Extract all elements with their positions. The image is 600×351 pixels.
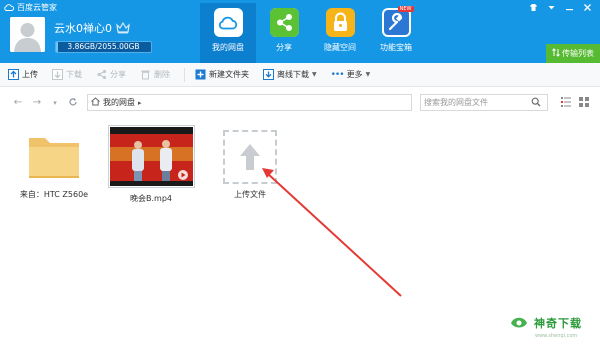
folder-icon [25,130,83,184]
main-nav: 我的网盘 分享 隐藏空间 NEW 功能宝箱 [200,3,424,63]
watermark-logo: 神奇下载 [508,313,582,333]
vip-crown-icon[interactable] [116,21,130,34]
forward-arrow-icon[interactable]: → [31,97,43,109]
search-icon[interactable] [531,97,541,109]
file-name: 来自：HTC Z560e [19,190,89,199]
download-button[interactable]: 下载 [52,63,82,87]
download-icon [52,69,63,80]
share-icon [269,8,299,37]
skin-icon[interactable] [524,1,542,13]
back-arrow-icon[interactable]: ← [12,97,24,109]
minimize-icon[interactable] [560,1,578,13]
upload-file-tile[interactable]: 上传文件 [218,130,282,200]
file-name: 晚会B.mp4 [130,194,172,203]
chevron-down-icon: ▼ [365,71,371,78]
upload-arrow-icon [240,144,260,170]
offline-download-button[interactable]: 离线下载 ▼ [263,63,317,87]
offline-download-icon [263,69,274,80]
transfer-arrows-icon [552,48,560,59]
tab-hidden-space[interactable]: 隐藏空间 [312,3,368,63]
share-button[interactable]: 分享 [96,63,126,87]
home-icon[interactable] [91,97,100,108]
lock-icon [325,8,355,37]
refresh-icon[interactable] [67,97,79,109]
user-name: 云水0禅心0 [54,22,112,35]
close-icon[interactable] [578,1,596,13]
storage-quota-text: 3.86GB/2055.00GB [67,42,140,51]
window-controls [524,1,596,13]
avatar[interactable] [10,17,45,52]
baidu-cloud-manager-window: 百度云管家 云水0禅心0 3.86GB/2055.00GB 我的网盘 分享 隐藏… [0,0,600,351]
cloud-icon [213,8,243,37]
breadcrumb[interactable]: 我的网盘 ▸ [87,94,412,111]
more-dots-icon: ••• [330,69,345,80]
dropdown-arrow-icon[interactable]: ▾ [49,97,61,109]
trash-icon [140,69,151,80]
action-toolbar: 上传 下载 分享 删除 新建文件夹 离线下载 ▼ ••• 更多 ▼ [0,63,600,87]
watermark-icon [508,313,530,333]
toolbox-icon: NEW [381,6,414,37]
transfer-list-button[interactable]: 传输列表 [546,44,600,63]
view-mode-switch [561,97,589,109]
upload-icon [8,69,19,80]
search-box[interactable] [420,94,548,111]
search-input[interactable] [421,95,531,110]
tab-share[interactable]: 分享 [256,3,312,63]
cloud-logo-icon [4,4,14,11]
file-name: 上传文件 [234,190,266,199]
upload-button[interactable]: 上传 [8,63,38,87]
upload-dropzone[interactable] [223,130,277,184]
breadcrumb-item-my-disk[interactable]: 我的网盘 [103,97,135,108]
toolbar-divider [184,67,185,82]
new-folder-button[interactable]: 新建文件夹 [195,63,249,87]
app-title-bar: 百度云管家 [4,2,57,13]
address-row: ← → ▾ 我的网盘 ▸ [0,91,600,115]
share-small-icon [96,69,107,80]
app-title: 百度云管家 [17,3,57,12]
user-name-row: 云水0禅心0 [54,20,130,36]
list-view-icon[interactable] [561,97,571,109]
tab-my-disk[interactable]: 我的网盘 [200,3,256,63]
new-badge: NEW [397,6,414,12]
breadcrumb-arrow-icon[interactable]: ▸ [138,99,142,107]
delete-button[interactable]: 删除 [140,63,170,87]
new-folder-icon [195,69,206,80]
video-thumbnail [107,125,195,188]
header-bar: 百度云管家 云水0禅心0 3.86GB/2055.00GB 我的网盘 分享 隐藏… [0,0,600,63]
chevron-down-icon: ▼ [312,71,317,78]
menu-icon[interactable] [542,1,560,13]
more-button[interactable]: ••• 更多 ▼ [331,63,371,87]
file-item-folder[interactable]: 来自：HTC Z560e [16,130,92,200]
file-item-video[interactable]: 晚会B.mp4 [106,125,196,204]
tab-toolbox[interactable]: NEW 功能宝箱 [368,3,424,63]
storage-quota-bar: 3.86GB/2055.00GB [55,41,152,53]
watermark-url: www.shenqi.com [535,333,578,339]
grid-view-icon[interactable] [579,97,589,109]
